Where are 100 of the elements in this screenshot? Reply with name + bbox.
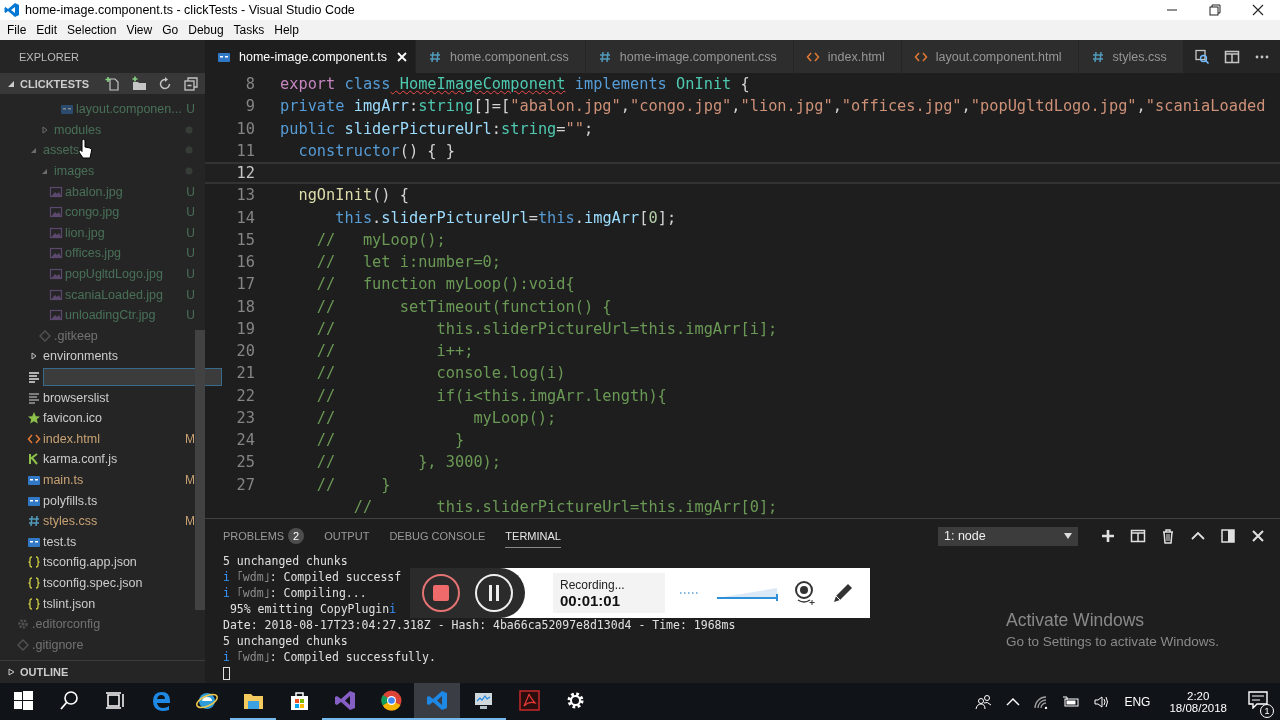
gear-icon <box>16 617 30 632</box>
line-number: 19 <box>235 319 255 338</box>
menu-item[interactable]: Edit <box>31 23 63 37</box>
line-number: 25 <box>235 453 255 472</box>
maximize-panel-icon[interactable] <box>1220 528 1236 544</box>
code-line: // console.log(i) <box>315 364 566 383</box>
split-editor-icon[interactable] <box>1224 48 1240 65</box>
battery-icon[interactable] <box>1062 695 1081 708</box>
tree-entry[interactable]: test.ts <box>43 534 77 549</box>
close-icon[interactable] <box>1252 4 1264 16</box>
recording-timer: 00:01:01 <box>560 591 621 609</box>
task-view-icon <box>103 689 127 712</box>
search-icon <box>57 689 81 712</box>
editor-tab[interactable]: home-image.component.css <box>585 40 794 73</box>
people-icon[interactable] <box>975 693 994 710</box>
editor-tab[interactable]: layout.component.html <box>901 40 1079 73</box>
editor-tab[interactable]: index.html <box>793 40 902 73</box>
code-line: // i++; <box>315 342 474 361</box>
clock-time[interactable]: 2:20 <box>1187 689 1210 702</box>
editor-tab[interactable]: styles.css <box>1078 40 1184 73</box>
image-file-icon <box>49 287 63 302</box>
menu-item[interactable]: Go <box>157 23 184 37</box>
hash-icon <box>428 49 442 64</box>
close-icon[interactable] <box>1250 528 1266 544</box>
terminal-line: Date: 2018-08-17T23:04:27.318Z - Hash: 4ba66ca52097e8d130d4 - Time: 1968ms <box>223 617 736 633</box>
line-number: 13 <box>235 186 255 205</box>
editor-tab[interactable]: home.component.css <box>416 40 586 73</box>
panel-tab[interactable]: PROBLEMS 2 <box>223 522 305 550</box>
pencil-icon[interactable] <box>831 581 855 605</box>
menu-item[interactable]: View <box>121 23 158 37</box>
new-folder-icon[interactable] <box>131 75 147 92</box>
braces-icon <box>27 555 41 570</box>
panel-tab[interactable]: TERMINAL <box>505 524 561 548</box>
menu-item[interactable]: Selection <box>62 23 122 37</box>
tree-entry[interactable]: karma.conf.js <box>43 452 118 467</box>
circle-logo-icon <box>379 689 403 712</box>
collapse-all-icon[interactable] <box>183 75 199 92</box>
pause-icon[interactable] <box>474 573 515 613</box>
count-badge: 2 <box>288 528 305 544</box>
script-file-icon <box>27 473 41 487</box>
ribbon-logo-icon <box>333 689 357 712</box>
git-status-letter: M <box>185 514 195 529</box>
menu-item[interactable]: Help <box>269 23 304 37</box>
diamond-icon <box>38 328 52 343</box>
lines-icon <box>27 390 41 405</box>
clock-date[interactable]: 18/08/2018 <box>1169 701 1227 714</box>
rename-field[interactable] <box>43 368 222 386</box>
tree-folder[interactable]: environments <box>43 349 119 364</box>
tree-entry[interactable]: tsconfig.spec.json <box>43 575 143 590</box>
tree-entry[interactable]: tslint.json <box>43 596 96 611</box>
scrollbar-thumb[interactable] <box>195 330 205 610</box>
code-line: // this.sliderPictureUrl=this.imgArr[0]; <box>352 497 778 516</box>
hash-icon <box>27 514 41 529</box>
git-status-letter: U <box>186 267 195 282</box>
image-file-icon <box>49 225 63 240</box>
section-header[interactable]: CLICKTESTS <box>0 73 205 94</box>
terminal-line: 95% emitting CopyPlugini <box>228 601 397 617</box>
split-terminal-icon[interactable] <box>1130 528 1146 544</box>
terminal-line: 5 unchanged chunks <box>223 553 348 569</box>
compare-changes-icon[interactable] <box>1194 48 1210 65</box>
restore-icon[interactable] <box>1209 4 1221 16</box>
code-line: // if(i<this.imgArr.length){ <box>315 386 667 405</box>
git-status-letter: U <box>186 246 195 261</box>
braces-icon <box>27 575 41 590</box>
plus-icon[interactable] <box>1100 528 1116 544</box>
notification-icon[interactable] <box>1248 690 1268 709</box>
panel-tab[interactable]: OUTPUT <box>324 524 370 548</box>
tree-entry[interactable]: styles.css <box>43 514 98 529</box>
editor-tab[interactable]: home-image.component.ts <box>205 40 416 73</box>
code-line: // myLoop(); <box>315 408 557 427</box>
panel-tab[interactable]: DEBUG CONSOLE <box>389 524 486 548</box>
wedge-icon <box>27 452 41 467</box>
tree-entry[interactable]: main.ts <box>43 473 84 487</box>
webcam-icon[interactable] <box>793 580 817 606</box>
stop-record-icon[interactable] <box>420 573 461 613</box>
menu-item[interactable]: File <box>2 23 32 37</box>
tree-entry[interactable]: polyfills.ts <box>43 493 98 508</box>
terminal-cursor <box>223 666 230 680</box>
code-line: // this.sliderPictureUrl=this.imgArr[i]; <box>315 319 778 338</box>
line-number: 17 <box>235 275 255 294</box>
line-number: 16 <box>235 253 255 272</box>
diamond-icon <box>16 637 30 652</box>
refresh-icon[interactable] <box>157 75 173 92</box>
new-file-icon[interactable] <box>105 75 121 92</box>
language-indicator[interactable]: ENG <box>1124 694 1151 709</box>
tree-entry[interactable]: favicon.ico <box>43 411 103 426</box>
code-line: public sliderPictureUrl:string=""; <box>280 119 594 138</box>
code-line: // myLoop(); <box>315 230 446 249</box>
terminal-line: 5 unchanged chunks <box>223 633 348 649</box>
tree-entry[interactable]: tsconfig.app.json <box>43 555 137 570</box>
tree-entry[interactable]: browserslist <box>43 390 109 405</box>
wifi-icon[interactable] <box>1033 694 1050 709</box>
menu-item[interactable]: Tasks <box>228 23 270 37</box>
git-status-letter: U <box>186 225 195 240</box>
tree-entry[interactable]: index.html <box>43 431 100 446</box>
git-status-letter: U <box>186 184 195 199</box>
menu-item[interactable]: Debug <box>183 23 229 37</box>
trash-icon[interactable] <box>1160 528 1176 544</box>
chevron-up-icon[interactable] <box>1006 696 1021 707</box>
terminal-dropdown[interactable]: 1: node <box>938 526 1078 546</box>
